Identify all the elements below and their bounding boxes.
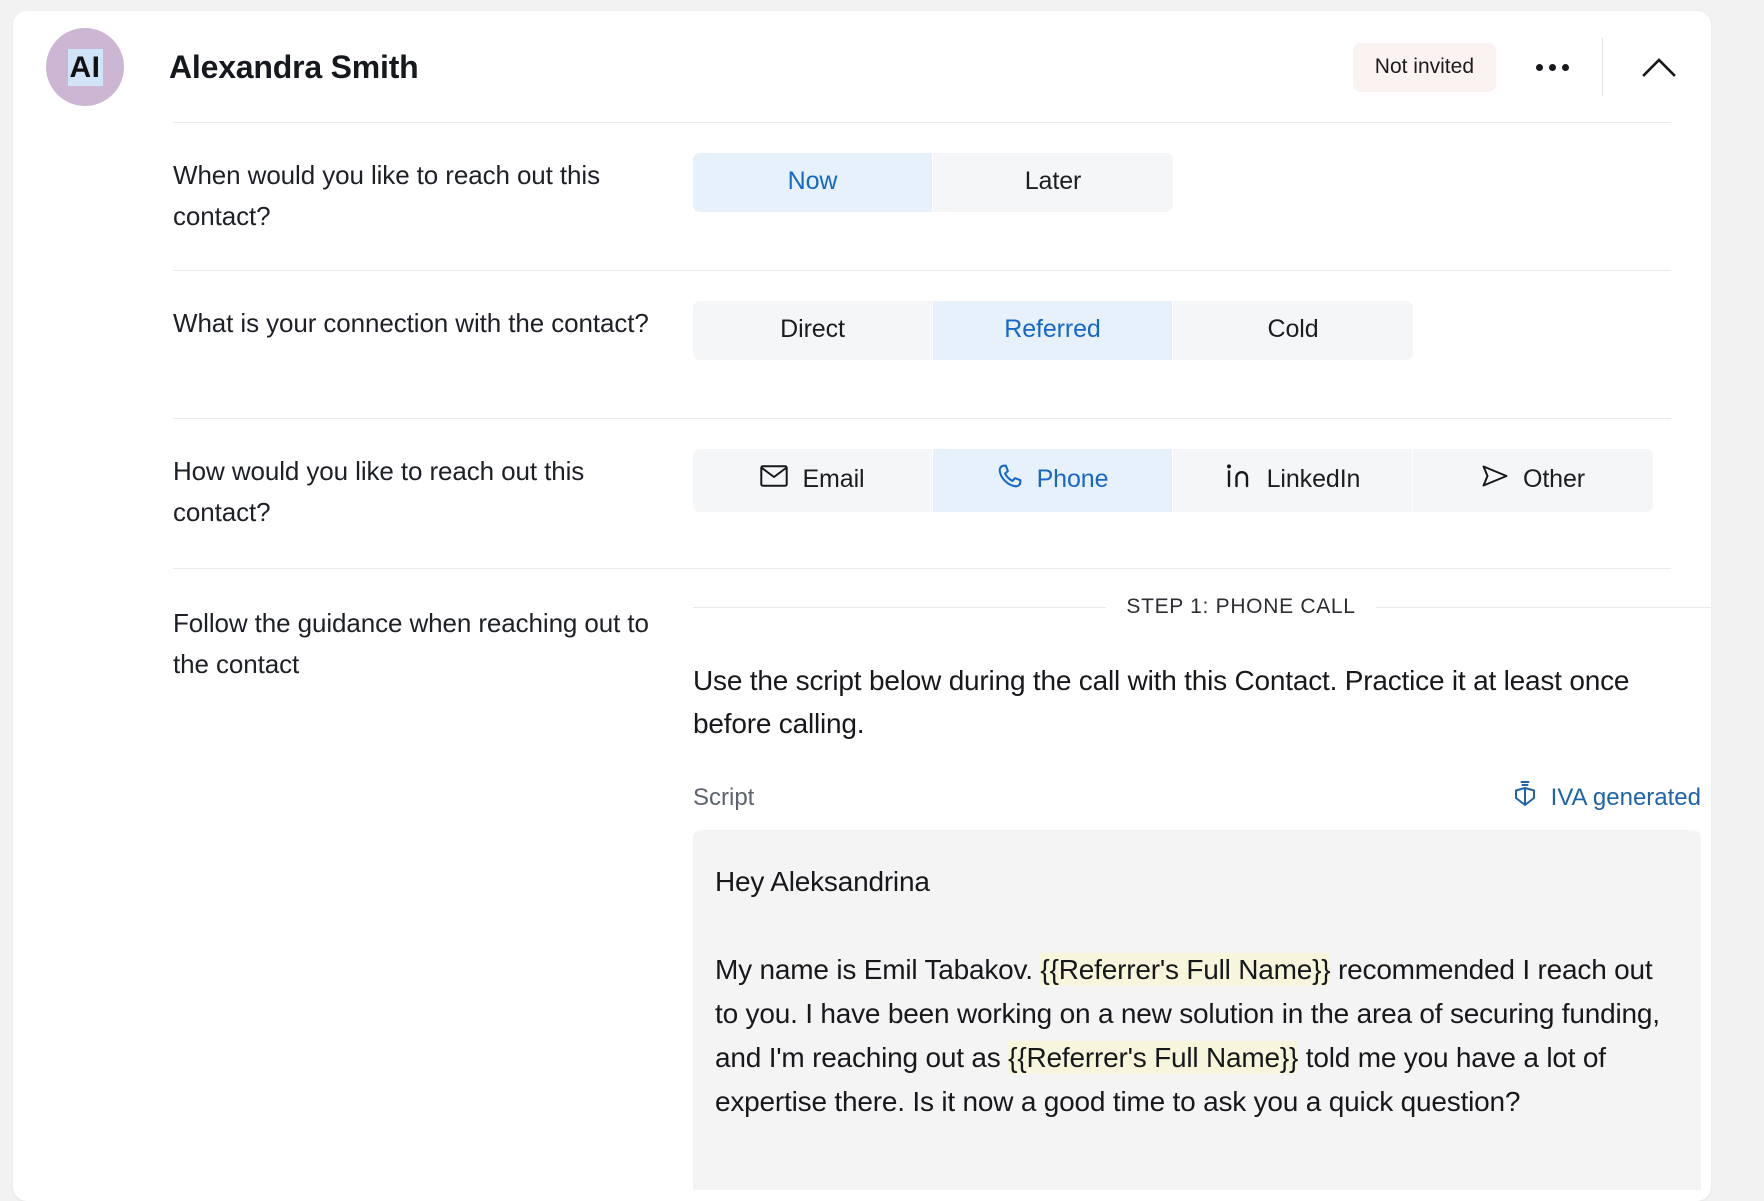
avatar: AI: [46, 28, 124, 106]
row-when-label: When would you like to reach out this co…: [173, 160, 600, 231]
segment-linkedin-label: LinkedIn: [1266, 465, 1361, 493]
segment-phone[interactable]: Phone: [933, 449, 1173, 512]
row-method-control: Email Phone LinkedIn Other: [693, 419, 1671, 569]
row-method-label: How would you like to reach out this con…: [173, 456, 585, 527]
script-area: Hey Aleksandrina My name is Emil Tabakov…: [693, 830, 1711, 1190]
script-token: {{Referrer's Full Name}}: [1008, 1041, 1299, 1074]
page-title: Alexandra Smith: [169, 48, 419, 85]
method-segmented-control[interactable]: Email Phone LinkedIn Other: [693, 449, 1653, 512]
segment-later[interactable]: Later: [933, 153, 1173, 212]
script-blank-line: [715, 904, 1667, 948]
status-badge: Not invited: [1352, 42, 1496, 92]
card-header: AI Alexandra Smith Not invited: [13, 11, 1711, 123]
segment-phone-label: Phone: [1036, 465, 1109, 493]
segment-direct[interactable]: Direct: [693, 301, 933, 360]
avatar-initials: AI: [67, 48, 103, 86]
send-icon: [1481, 464, 1509, 495]
script-greeting: Hey Aleksandrina: [715, 866, 930, 897]
script-textarea[interactable]: Hey Aleksandrina My name is Emil Tabakov…: [693, 830, 1701, 1190]
linkedin-icon: [1225, 463, 1253, 496]
step-divider: STEP 1: PHONE CALL: [693, 595, 1711, 619]
ellipsis-dot: [1548, 63, 1556, 71]
segment-referred[interactable]: Referred: [933, 301, 1173, 360]
row-guidance-label: Follow the guidance when reaching out to…: [173, 608, 649, 679]
header-divider: [1602, 38, 1603, 96]
row-method: How would you like to reach out this con…: [13, 419, 1711, 569]
chevron-up-icon[interactable]: [1631, 44, 1687, 90]
connection-segmented-control[interactable]: Direct Referred Cold: [693, 301, 1413, 360]
ellipsis-dot: [1535, 63, 1543, 71]
step-divider-line-left: [693, 606, 1107, 608]
row-guidance: Follow the guidance when reaching out to…: [13, 569, 1711, 1190]
ellipsis-dot: [1561, 63, 1569, 71]
row-connection-control: Direct Referred Cold: [693, 271, 1671, 419]
script-text: My name is Emil Tabakov.: [715, 954, 1041, 985]
phone-icon: [997, 463, 1023, 496]
contact-outreach-card: AI Alexandra Smith Not invited When woul…: [13, 11, 1711, 1201]
guidance-instruction: Use the script below during the call wit…: [693, 665, 1630, 739]
iva-generated-tag[interactable]: IVA generated: [1510, 779, 1701, 816]
segment-other-label: Other: [1522, 465, 1586, 493]
segment-other[interactable]: Other: [1413, 449, 1653, 512]
row-connection: What is your connection with the contact…: [13, 271, 1711, 419]
script-body: My name is Emil Tabakov. {{Referrer's Fu…: [715, 948, 1667, 1124]
envelope-icon: [760, 465, 789, 494]
step-label: STEP 1: PHONE CALL: [1126, 595, 1356, 618]
script-header: Script IVA generated: [693, 779, 1701, 816]
ai-box-icon: [1510, 779, 1540, 816]
row-when-control: Now Later: [693, 123, 1671, 271]
step-divider-line-right: [1375, 606, 1711, 608]
ellipsis-icon[interactable]: [1524, 44, 1580, 90]
segment-email[interactable]: Email: [693, 449, 933, 512]
script-label: Script: [693, 783, 755, 811]
segment-cold[interactable]: Cold: [1173, 301, 1413, 360]
segment-linkedin[interactable]: LinkedIn: [1173, 449, 1413, 512]
script-token: {{Referrer's Full Name}}: [1040, 953, 1331, 986]
header-actions: Not invited: [1352, 38, 1687, 96]
segment-now[interactable]: Now: [693, 153, 933, 212]
row-connection-label: What is your connection with the contact…: [173, 308, 649, 338]
row-when: When would you like to reach out this co…: [13, 123, 1711, 271]
segment-email-label: Email: [802, 465, 865, 493]
iva-tag-label: IVA generated: [1550, 783, 1701, 811]
guidance-content: STEP 1: PHONE CALL Use the script below …: [693, 569, 1711, 1190]
when-segmented-control[interactable]: Now Later: [693, 153, 1173, 212]
